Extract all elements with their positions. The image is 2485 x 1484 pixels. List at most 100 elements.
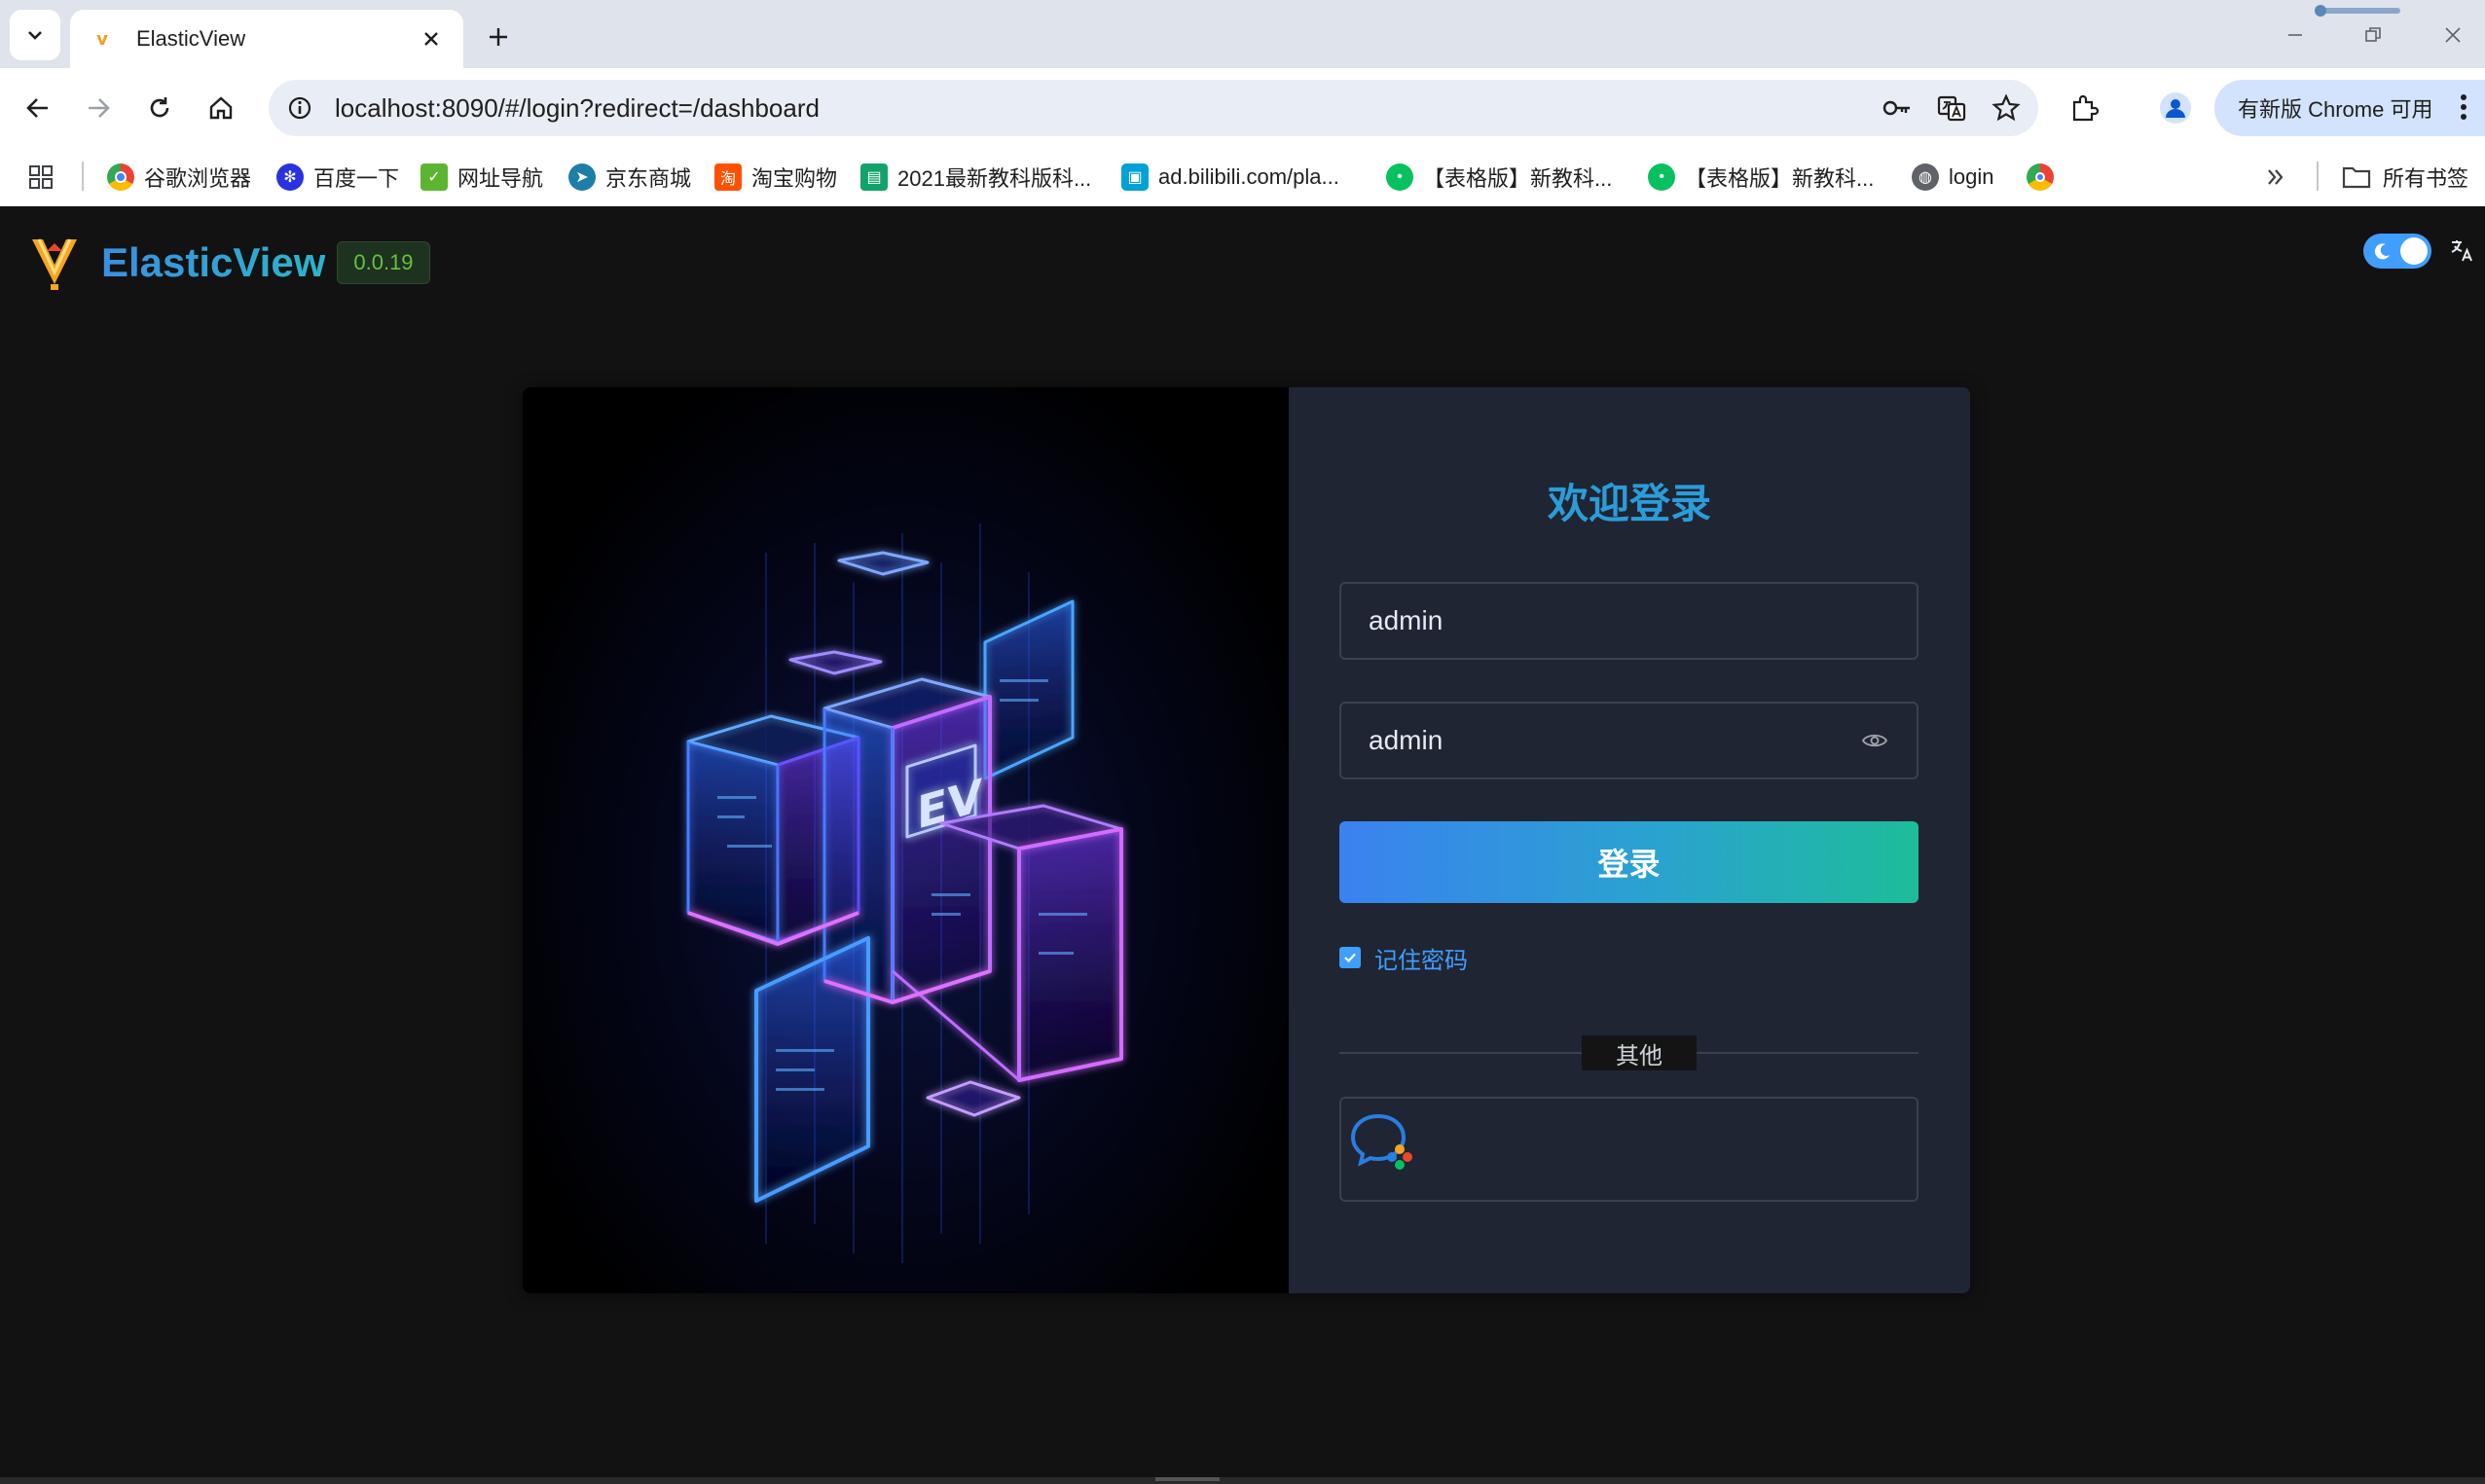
wechat-icon: •	[1648, 163, 1675, 191]
chrome-update-button[interactable]: 有新版 Chrome 可用	[2214, 80, 2485, 136]
key-icon	[1882, 100, 1910, 116]
apps-grid-icon	[29, 165, 53, 189]
bookmark-label: 谷歌浏览器	[144, 166, 252, 191]
username-input[interactable]	[1369, 605, 1889, 636]
arrow-right-icon	[89, 98, 110, 118]
new-tab-button[interactable]	[479, 18, 518, 56]
minimize-button[interactable]	[2276, 18, 2315, 53]
globe-icon: ◍	[1912, 163, 1939, 191]
dark-mode-toggle[interactable]	[2363, 234, 2431, 269]
window-close-button[interactable]	[2433, 18, 2472, 53]
bookmark-label: 京东商城	[605, 166, 692, 191]
tab-search-button[interactable]	[10, 10, 60, 60]
translate-icon	[1937, 95, 1966, 122]
puzzle-icon	[2072, 94, 2099, 122]
bookmark-item[interactable]: ➤ 京东商城	[568, 160, 691, 195]
reload-icon	[150, 97, 169, 118]
profile-slider-indicator	[2315, 5, 2400, 17]
login-card: EV 欢迎登录 admin admin 登录 记住密码 其他	[523, 387, 1970, 1293]
bookmark-label: 【表格版】新教科...	[1423, 166, 1613, 191]
bookmarks-bar: 谷歌浏览器 ✻ 百度一下 ✓ 网址导航 ➤ 京东商城 淘 淘宝购物 ▤ 2021…	[0, 148, 2485, 206]
close-icon	[2445, 27, 2461, 43]
elasticview-logo-icon	[32, 238, 77, 290]
doc-icon: ▤	[860, 163, 888, 191]
avatar-icon	[2160, 92, 2191, 124]
forward-button[interactable]	[76, 86, 121, 130]
bookmark-label: ad.bilibili.com/pla...	[1158, 164, 1339, 189]
all-bookmarks-label: 所有书签	[2383, 166, 2469, 191]
password-input[interactable]	[1369, 725, 1860, 756]
bookmark-item[interactable]: ✓ 网址导航	[420, 160, 543, 195]
star-icon	[1992, 93, 2021, 122]
password-key-button[interactable]	[1875, 86, 1919, 130]
home-button[interactable]	[199, 86, 243, 130]
scroll-handle[interactable]	[1155, 1477, 1220, 1481]
isometric-data-cubes-illustration: EV	[686, 524, 1123, 1263]
bookmark-item[interactable]: • 【表格版】新教科...	[1648, 160, 1874, 195]
bookmark-item[interactable]: ▤ 2021最新教科版科...	[860, 160, 1091, 195]
bookmark-item[interactable]: 谷歌浏览器	[107, 160, 251, 195]
reload-button[interactable]	[137, 86, 182, 130]
app-root: ElasticView 0.0.19 EV 欢迎登录 admin admin 登…	[0, 206, 2485, 1484]
bookmark-star-button[interactable]	[1984, 86, 2028, 130]
show-password-button[interactable]	[1860, 726, 1889, 755]
more-bookmarks-button[interactable]	[2264, 160, 2287, 195]
moon-icon	[2374, 243, 2390, 260]
bookmark-label: 网址导航	[457, 166, 544, 191]
all-bookmarks-button[interactable]: 所有书签	[2342, 160, 2468, 195]
bookmark-item[interactable]: ▣ ad.bilibili.com/pla...	[1121, 160, 1339, 195]
wecom-login-icon[interactable]	[1349, 1110, 1419, 1175]
remember-password-checkbox[interactable]: 记住密码	[1339, 942, 1468, 974]
translate-button[interactable]	[1929, 86, 1974, 130]
bookmark-item[interactable]: ✻ 百度一下	[276, 160, 399, 195]
username-field[interactable]	[1339, 582, 1919, 660]
bookmark-item[interactable]	[2027, 160, 2064, 195]
version-badge: 0.0.19	[337, 241, 430, 284]
password-field[interactable]	[1339, 702, 1919, 779]
remember-label: 记住密码	[1374, 946, 1468, 974]
chevron-down-icon	[28, 31, 42, 40]
bookmark-item[interactable]: • 【表格版】新教科...	[1386, 160, 1612, 195]
bookmark-item[interactable]: 淘 淘宝购物	[714, 160, 837, 195]
welcome-title: 欢迎登录	[1547, 480, 1711, 527]
tab-close-button[interactable]	[417, 24, 446, 54]
bookmark-label: 【表格版】新教科...	[1685, 166, 1875, 191]
extensions-button[interactable]	[2062, 86, 2106, 130]
login-form: 欢迎登录 登录 记住密码 其他	[1289, 387, 1970, 1293]
bookmark-label: 淘宝购物	[751, 166, 838, 191]
apps-button[interactable]	[27, 160, 55, 195]
brand-header: ElasticView 0.0.19	[29, 234, 430, 292]
chrome-color-icon	[2027, 163, 2054, 191]
chrome-icon	[107, 163, 134, 191]
update-label: 有新版 Chrome 可用	[2238, 97, 2433, 122]
jd-icon: ➤	[568, 163, 596, 191]
double-chevron-right-icon	[2268, 169, 2284, 185]
address-bar[interactable]: localhost:8090/#/login?redirect=/dashboa…	[269, 80, 2038, 136]
tab-strip: v ElasticView	[0, 0, 2485, 68]
profile-button[interactable]	[2153, 86, 2198, 130]
bottom-scrollbar	[0, 1477, 2485, 1484]
translate-icon	[2451, 240, 2472, 262]
login-button[interactable]: 登录	[1339, 821, 1919, 903]
browser-tab[interactable]: v ElasticView	[70, 10, 463, 68]
back-button[interactable]	[16, 86, 60, 130]
tab-title: ElasticView	[136, 26, 246, 51]
bookmarks-separator	[2317, 162, 2319, 191]
browser-toolbar: localhost:8090/#/login?redirect=/dashboa…	[0, 68, 2485, 148]
info-icon	[288, 96, 311, 120]
hao-icon: ✓	[420, 163, 448, 191]
elasticview-favicon-icon: v	[96, 28, 108, 50]
restore-button[interactable]	[2354, 18, 2393, 53]
checkbox-checked[interactable]	[1339, 947, 1361, 968]
toggle-knob	[2400, 237, 2428, 265]
bookmarks-separator	[82, 162, 84, 191]
bookmark-item[interactable]: ◍ login	[1912, 160, 1993, 195]
browser-chrome: v ElasticView localhost:8090/#/login?red…	[0, 0, 2485, 206]
url-text[interactable]: localhost:8090/#/login?redirect=/dashboa…	[335, 93, 1875, 124]
divider-label: 其他	[1582, 1035, 1697, 1070]
restore-icon	[2365, 27, 2381, 42]
language-switch-button[interactable]	[2447, 235, 2476, 265]
site-info-button[interactable]	[278, 87, 321, 129]
app-name: ElasticView	[101, 239, 326, 285]
bookmark-label: login	[1949, 164, 1994, 189]
